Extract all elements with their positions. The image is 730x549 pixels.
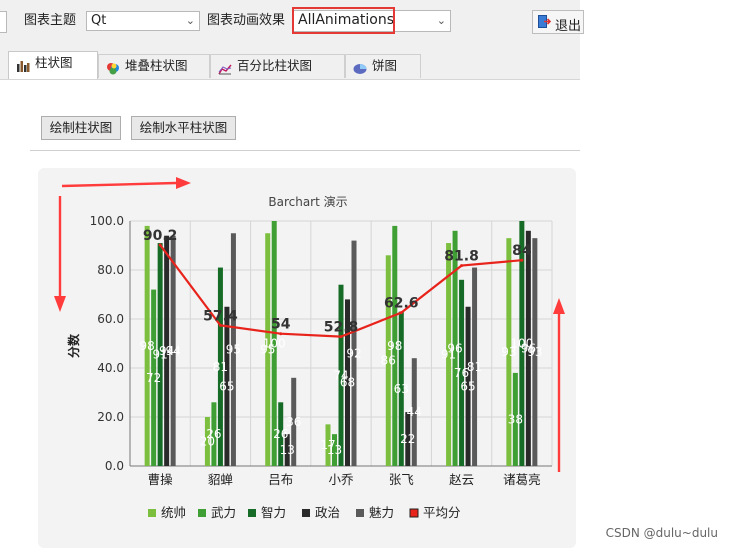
bar-value-label: 94 [166,344,181,358]
legend-label: 统帅 [161,505,186,520]
average-value-label: 81.8 [444,249,479,265]
tab-bar: 柱状图 堆叠柱状图 百分比柱状图 饼图 [0,44,580,80]
average-value-label: 52.8 [324,320,359,336]
chart-title: Barchart 演示 [268,194,347,209]
bar-value-label: 93 [527,345,542,359]
legend-swatch [248,509,256,517]
pie-chart-icon [353,60,367,74]
bar-value-label: 92 [346,346,361,360]
bar-value-label: 38 [508,412,523,426]
legend-label: 智力 [261,505,286,520]
average-value-label: 57.4 [203,308,238,324]
tab-label: 饼图 [372,58,398,73]
bar-value-label: 26 [206,427,221,441]
tab-label: 百分比柱状图 [237,58,313,73]
stacked-bar-icon [106,60,120,75]
legend-swatch [356,509,364,517]
exit-label: 退出 [555,19,582,34]
bar-value-label: 86 [381,354,396,368]
x-tick-label: 貂蝉 [208,472,233,487]
watermark-credit: CSDN @dulu~dulu [605,526,718,540]
bar-value-label: 96 [447,341,462,355]
bar-value-label: 36 [286,415,301,429]
bar-value-label: 44 [407,405,422,419]
y-tick-label: 100.0 [90,214,124,228]
y-axis-label: 分数 [66,333,81,358]
theme-combo-value: Qt [91,13,107,28]
legend-label: 魅力 [369,505,394,520]
exit-button[interactable]: 退出 [532,10,584,34]
bar-value-label: 81 [467,360,482,374]
bar-value-label: 98 [387,339,402,353]
x-tick-label: 诸葛亮 [503,472,541,487]
bar-value-label: 100 [263,337,286,351]
chevron-down-icon: ⌄ [436,14,446,27]
x-tick-label: 赵云 [449,472,474,487]
bar-value-label: 72 [146,371,161,385]
percent-bar-icon [218,60,232,75]
theme-combo[interactable]: Qt ⌄ [86,11,200,31]
separator [30,150,580,151]
y-tick-label: 40.0 [97,361,124,375]
chart-view[interactable]: Barchart 演示 分数 0.0 20.0 40.0 60.0 80.0 100.0 … [38,168,576,548]
bar-value-label: 13 [327,443,342,457]
y-tick-label: 80.0 [97,263,124,277]
bar-chart-icon [16,57,30,72]
x-tick-label: 张飞 [389,472,414,487]
bar-value-label: 81 [213,360,228,374]
legend-swatch [409,508,419,518]
y-tick-label: 20.0 [97,410,124,424]
tab-label: 堆叠柱状图 [125,58,188,73]
average-value-label: 54 [271,317,291,333]
draw-hbar-button[interactable]: 绘制水平柱状图 [131,116,236,140]
bar-value-label: 65 [460,379,475,393]
bar-value-label: 95 [226,343,241,357]
legend-label: 政治 [315,505,340,520]
average-value-label: 84 [512,243,532,259]
y-tick-label: 60.0 [97,312,124,326]
bar-chart: Barchart 演示 分数 0.020.040.060.080.0100.0 … [66,194,553,520]
tab-percent-bar[interactable]: 百分比柱状图 [210,54,345,78]
bar-value-label: 68 [340,376,355,390]
draw-bar-button[interactable]: 绘制柱状图 [41,116,121,140]
anim-highlight-box [292,7,395,34]
tab-pie[interactable]: 饼图 [345,54,421,78]
tab-stacked-bar[interactable]: 堆叠柱状图 [98,54,210,78]
chevron-down-icon: ⌄ [185,14,195,27]
toolbar: 图表主题 Qt ⌄ 图表动画效果 AllAnimations ⌄ 退出 [0,0,584,45]
bar-value-label: 26 [273,427,288,441]
theme-label: 图表主题 [24,13,77,28]
bar-value-label: 65 [219,379,234,393]
tab-label: 柱状图 [35,55,73,70]
bar-value-label: 63 [394,382,409,396]
toolbar-left-edge [0,11,7,33]
x-tick-label: 小乔 [328,472,354,487]
anim-label: 图表动画效果 [207,13,286,28]
average-value-label: 90.2 [143,228,178,244]
x-tick-label: 吕布 [268,472,293,487]
legend-label: 武力 [211,505,236,520]
bar-value-label: 22 [400,432,415,446]
exit-icon [538,15,552,28]
y-tick-label: 0.0 [105,459,124,473]
legend-swatch [198,509,206,517]
legend-label: 平均分 [423,505,461,520]
bar-value-label: 13 [280,443,295,457]
legend-swatch [148,509,156,517]
average-value-label: 62.6 [384,296,419,312]
tab-bar-chart[interactable]: 柱状图 [8,51,98,79]
legend-swatch [302,509,310,517]
x-tick-label: 曹操 [148,472,174,487]
